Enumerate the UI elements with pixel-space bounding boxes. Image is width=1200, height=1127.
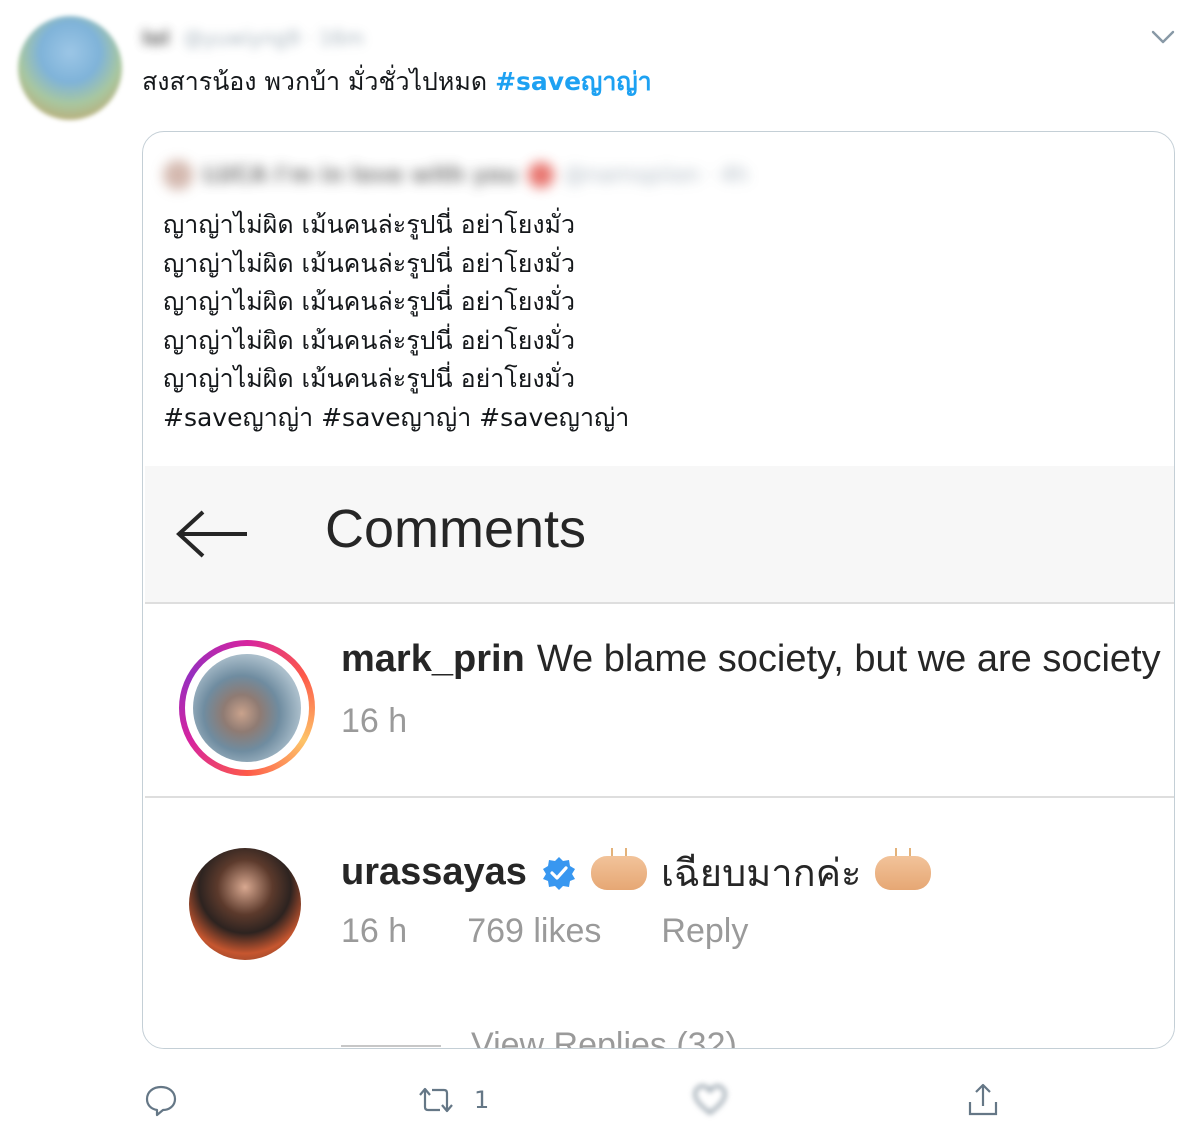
comment-text: We blame society, but we are society <box>536 638 1161 680</box>
reply-icon <box>145 1085 177 1117</box>
heart-emoji-icon <box>527 162 554 188</box>
comment-text: เฉียบมากค่ะ <box>660 853 862 895</box>
commenter-avatar <box>193 654 301 762</box>
quoted-line: ญาญ่าไม่ผิด เม้นคนล่ะรูปนี่ อย่าโยงมั่ว <box>163 325 576 355</box>
quoted-line: ญาญ่าไม่ผิด เม้นคนล่ะรูปนี่ อย่าโยงมั่ว <box>163 210 576 239</box>
instagram-screenshot[interactable]: Comments mark_prin We blame society, but… <box>145 466 1174 1049</box>
tweet[interactable]: lol @yuwiyng9 · 16m สงสารน้อง พวกบ้า มั่… <box>0 0 1200 1127</box>
view-replies-label: View Replies (32) <box>471 1026 737 1049</box>
view-replies: View Replies (32) <box>341 1026 737 1049</box>
retweet-button[interactable]: 1 <box>416 1078 489 1122</box>
story-ring <box>179 640 315 776</box>
comment-likes: 769 likes <box>467 912 602 950</box>
share-icon <box>968 1083 998 1116</box>
like-icon <box>693 1084 727 1115</box>
comment-row: urassayas เฉียบมากค่ะ 16 h 769 likes Rep… <box>145 800 1174 1049</box>
quoted-author-handle: @namspiion · 4h <box>563 162 749 188</box>
retweet-icon <box>419 1087 453 1113</box>
comment-time: 16 h <box>341 912 408 950</box>
comment-meta: 16 h 769 likes Reply <box>341 912 748 951</box>
retweet-count: 1 <box>474 1086 490 1114</box>
divider <box>341 1044 441 1047</box>
tweet-actions: 1 <box>144 1078 1024 1122</box>
commenter-avatar <box>189 848 301 960</box>
quoted-text: ญาญ่าไม่ผิด เม้นคนล่ะรูปนี่ อย่าโยงมั่ว … <box>163 206 629 438</box>
author-handle[interactable]: @yuwiyng9 · 16m <box>183 26 363 50</box>
comment-row: mark_prin We blame society, but we are s… <box>145 606 1174 798</box>
reply-link: Reply <box>661 912 749 950</box>
like-button[interactable] <box>692 1078 728 1122</box>
quoted-line: ญาญ่าไม่ผิด เม้นคนล่ะรูปนี่ อย่าโยงมั่ว <box>163 287 576 317</box>
hashtag-link[interactable]: #saveญาญ่า <box>495 67 652 96</box>
quoted-author-name: LUCA I'm in love with you <box>203 162 518 188</box>
quoted-tweet-card[interactable]: LUCA I'm in love with you @namspiion · 4… <box>142 131 1175 1049</box>
quoted-author-header: LUCA I'm in love with you @namspiion · 4… <box>163 158 903 192</box>
tweet-text: สงสารน้อง พวกบ้า มั่วชั่วไปหมด #saveญาญ่… <box>142 64 652 100</box>
reply-button[interactable] <box>144 1078 178 1122</box>
verified-badge-icon <box>542 856 575 890</box>
author-name[interactable]: lol <box>142 26 169 50</box>
share-button[interactable] <box>966 1078 1000 1122</box>
tweet-body: สงสารน้อง พวกบ้า มั่วชั่วไปหมด <box>142 67 496 96</box>
comments-title: Comments <box>325 499 587 559</box>
comment-line: urassayas เฉียบมากค่ะ <box>341 842 932 903</box>
quoted-line: ญาญ่าไม่ผิด เม้นคนล่ะรูปนี่ อย่าโยงมั่ว <box>163 248 576 278</box>
back-arrow-icon <box>175 510 251 558</box>
raised-hands-emoji-icon <box>875 847 932 890</box>
raised-hands-emoji-icon <box>590 847 647 890</box>
author-header: lol @yuwiyng9 · 16m <box>142 24 482 52</box>
comment-time: 16 h <box>341 702 408 740</box>
quoted-hashtags: #saveญาญ่า #saveญาญ่า #saveญาญ่า <box>163 402 630 432</box>
chevron-down-icon[interactable] <box>1150 26 1176 48</box>
quoted-author-avatar <box>163 160 193 190</box>
comment-line: mark_prin We blame society, but we are s… <box>341 636 1161 681</box>
author-avatar[interactable] <box>18 16 122 120</box>
comment-username: urassayas <box>341 851 527 893</box>
comments-header: Comments <box>145 466 1174 604</box>
comment-username: mark_prin <box>341 638 525 680</box>
quoted-line: ญาญ่าไม่ผิด เม้นคนล่ะรูปนี่ อย่าโยงมั่ว <box>163 364 576 394</box>
